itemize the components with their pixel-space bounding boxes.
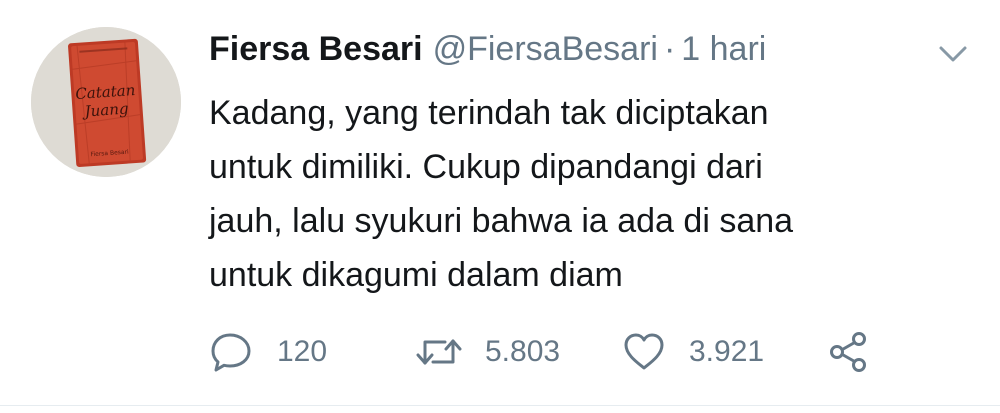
book-title-line2: Juang [81, 99, 129, 120]
tweet-text-line: jauh, lalu syukuri bahwa ia ada di sana [209, 202, 794, 240]
retweet-count: 5.803 [485, 335, 561, 368]
share-nodes-icon [830, 332, 866, 372]
tweet-text-line: untuk dikagumi dalam diam [209, 256, 623, 294]
action-bar: 120 5.803 3.921 [209, 328, 871, 376]
reply-button[interactable]: 120 [209, 329, 415, 375]
avatar[interactable]: Catatan Juang Fiersa Besari [31, 27, 181, 177]
reply-count: 120 [277, 335, 328, 368]
heart-icon [624, 333, 664, 370]
tweet-text-line: untuk dimiliki. Cukup dipandangi dari [209, 148, 763, 186]
like-count: 3.921 [689, 335, 765, 368]
tweet-header: Fiersa Besari @FiersaBesari · 1 hari [209, 24, 766, 74]
book-cover-image: Catatan Juang Fiersa Besari [31, 27, 181, 177]
tweet-timestamp[interactable]: 1 hari [681, 30, 766, 68]
retweet-arrows-icon [416, 339, 462, 365]
like-button[interactable]: 3.921 [621, 329, 827, 375]
speech-bubble-icon [211, 333, 251, 372]
tweet-text: Kadang, yang terindah tak diciptakan unt… [209, 86, 979, 302]
tweet-text-line: Kadang, yang terindah tak diciptakan [209, 94, 769, 132]
chevron-down-icon[interactable] [935, 40, 971, 68]
author-handle[interactable]: @FiersaBesari [433, 30, 658, 68]
separator-dot: · [663, 30, 676, 68]
tweet-card[interactable]: Catatan Juang Fiersa Besari Fiersa Besar… [0, 0, 1000, 413]
divider [0, 405, 1000, 406]
retweet-button[interactable]: 5.803 [415, 329, 621, 375]
author-name[interactable]: Fiersa Besari [209, 30, 423, 68]
share-button[interactable] [827, 329, 871, 375]
